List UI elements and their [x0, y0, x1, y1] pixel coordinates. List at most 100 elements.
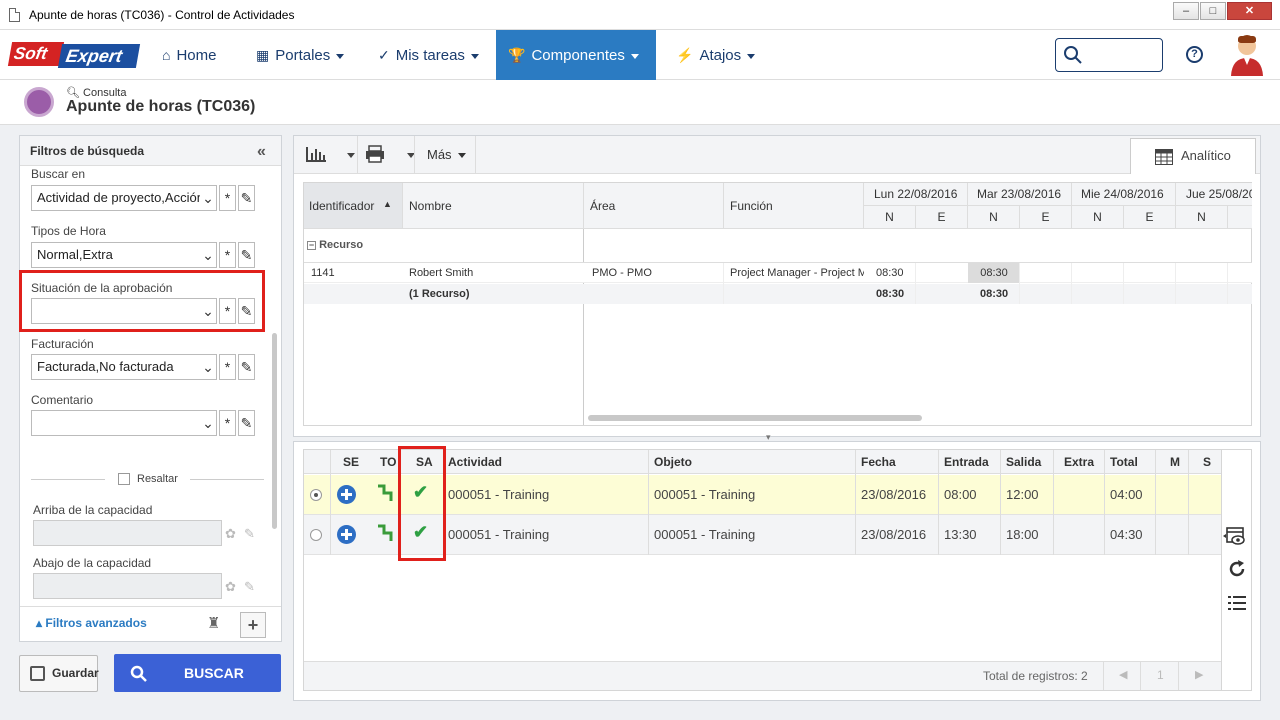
buscar-button[interactable]: BUSCAR — [114, 654, 281, 692]
chevron-down-icon[interactable] — [347, 153, 355, 158]
guardar-button[interactable]: Guardar — [19, 655, 99, 692]
maximize-button[interactable]: □ — [1200, 2, 1226, 20]
chevron-down-icon — [630, 53, 639, 59]
add-filter-button[interactable]: + — [240, 612, 266, 638]
col-actividad[interactable]: Actividad — [448, 450, 548, 474]
nav-portales[interactable]: ▦ Portales — [244, 30, 356, 80]
col-area[interactable]: Área — [584, 183, 724, 229]
collapse-panel-icon[interactable]: « — [257, 143, 266, 161]
nav-atajos-label: Atajos — [699, 47, 742, 64]
nav-home[interactable]: ⌂ Home — [150, 30, 228, 80]
mas-menu[interactable]: Más — [427, 147, 466, 162]
refresh-icon[interactable] — [1227, 559, 1247, 582]
tab-analitico[interactable]: Analítico — [1130, 138, 1256, 174]
col-identificador-label: Identificador — [309, 199, 375, 213]
buscar-en-select[interactable]: Actividad de proyecto,Acción — [31, 185, 217, 211]
asterisk-icon[interactable]: * — [219, 242, 236, 268]
filters-scrollbar[interactable] — [272, 333, 277, 529]
chevron-down-icon[interactable]: ⌄ — [200, 410, 217, 436]
day-1-n: N — [864, 206, 916, 229]
col-day-1: Lun 22/08/2016 — [864, 183, 968, 206]
user-avatar[interactable] — [1228, 32, 1266, 76]
nav-atajos[interactable]: ⚡ Atajos — [664, 30, 767, 80]
help-icon[interactable]: ? — [1186, 46, 1203, 63]
chevron-down-icon[interactable]: ⌄ — [200, 354, 217, 380]
eraser-icon[interactable]: ✎ — [238, 242, 255, 268]
day-3-label: Mie 24/08/2016 — [1081, 187, 1164, 201]
nav-componentes[interactable]: 🏆 Componentes — [496, 30, 656, 80]
col-extra[interactable]: Extra — [1064, 450, 1104, 474]
frozen-divider — [583, 229, 584, 425]
total-registros: Total de registros: 2 — [983, 669, 1088, 683]
search-icon — [1064, 46, 1082, 64]
resaltar-checkbox[interactable] — [118, 473, 130, 485]
row-nombre: Robert Smith — [409, 267, 474, 279]
col-day-2: Mar 23/08/2016 — [968, 183, 1072, 206]
list-icon[interactable] — [1228, 595, 1246, 614]
facturacion-label: Facturación — [31, 337, 94, 351]
prev-page-icon[interactable]: ◀ — [1119, 668, 1127, 681]
chart-button[interactable] — [305, 145, 327, 166]
divider — [357, 136, 358, 174]
window-title: Apunte de horas (TC036) - Control de Act… — [29, 8, 295, 22]
asterisk-icon[interactable]: * — [219, 298, 236, 324]
eraser-icon[interactable]: ✎ — [238, 354, 255, 380]
col-objeto[interactable]: Objeto — [654, 450, 754, 474]
global-search-input[interactable] — [1055, 38, 1163, 72]
close-button[interactable]: ✕ — [1227, 2, 1272, 20]
facturacion-select[interactable]: Facturada,No facturada — [31, 354, 217, 380]
row-select-radio[interactable] — [310, 489, 322, 501]
col-total[interactable]: Total — [1110, 450, 1150, 474]
col-nombre[interactable]: Nombre — [403, 183, 584, 229]
row-select-radio[interactable] — [310, 529, 322, 541]
col-day-4: Jue 25/08/20 — [1176, 183, 1252, 206]
row2-salida: 18:00 — [1006, 527, 1039, 542]
asterisk-icon[interactable]: * — [219, 185, 236, 211]
abajo-capacidad-input[interactable] — [33, 573, 222, 599]
col-entrada[interactable]: Entrada — [944, 450, 1004, 474]
filtros-avanzados-label: Filtros avanzados — [45, 616, 147, 630]
row-funcion: Project Manager - Project M — [730, 267, 864, 279]
situacion-select[interactable] — [31, 298, 217, 324]
col-se[interactable]: SE — [343, 450, 363, 474]
grid-horizontal-scrollbar[interactable] — [588, 415, 922, 421]
day-2-label: Mar 23/08/2016 — [977, 187, 1062, 201]
nav-mis-tareas[interactable]: ✓ Mis tareas — [366, 30, 491, 80]
group-recurso[interactable]: − Recurso — [307, 239, 363, 251]
palette-icon: ✿ — [225, 579, 236, 594]
print-button[interactable] — [365, 145, 385, 166]
col-s[interactable]: S — [1203, 450, 1218, 474]
col-identificador[interactable]: Identificador ▲ — [304, 183, 403, 229]
divider — [414, 136, 415, 174]
chevron-down-icon[interactable]: ⌄ — [200, 242, 217, 268]
page-number: 1 — [1157, 668, 1164, 682]
eraser-icon[interactable]: ✎ — [238, 298, 255, 324]
total-label: (1 Recurso) — [409, 288, 470, 300]
col-m[interactable]: M — [1170, 450, 1185, 474]
guardar-label: Guardar — [52, 666, 99, 680]
divider — [1155, 450, 1156, 555]
comentario-select[interactable] — [31, 410, 217, 436]
asterisk-icon[interactable]: * — [219, 410, 236, 436]
col-salida[interactable]: Salida — [1006, 450, 1051, 474]
view-details-icon[interactable] — [1222, 526, 1248, 549]
divider — [938, 450, 939, 555]
arriba-capacidad-input[interactable] — [33, 520, 222, 546]
eraser-icon[interactable]: ✎ — [238, 410, 255, 436]
divider — [855, 450, 856, 555]
eraser-icon: ✎ — [244, 526, 255, 541]
day-2-e: E — [1020, 206, 1072, 229]
eraser-icon[interactable]: ✎ — [238, 185, 255, 211]
col-to[interactable]: TO — [380, 450, 400, 474]
filtros-avanzados-link[interactable]: ▴ Filtros avanzados — [36, 616, 147, 630]
col-funcion[interactable]: Función — [724, 183, 864, 229]
asterisk-icon[interactable]: * — [219, 354, 236, 380]
tipos-hora-select[interactable]: Normal,Extra — [31, 242, 217, 268]
row1-total: 04:00 — [1110, 487, 1143, 502]
minimize-button[interactable]: – — [1173, 2, 1199, 20]
broom-icon[interactable]: ♜ — [207, 614, 220, 632]
next-page-icon[interactable]: ▶ — [1195, 668, 1203, 681]
col-fecha[interactable]: Fecha — [861, 450, 921, 474]
chevron-down-icon[interactable]: ⌄ — [200, 298, 217, 324]
chevron-down-icon[interactable]: ⌄ — [200, 185, 217, 211]
